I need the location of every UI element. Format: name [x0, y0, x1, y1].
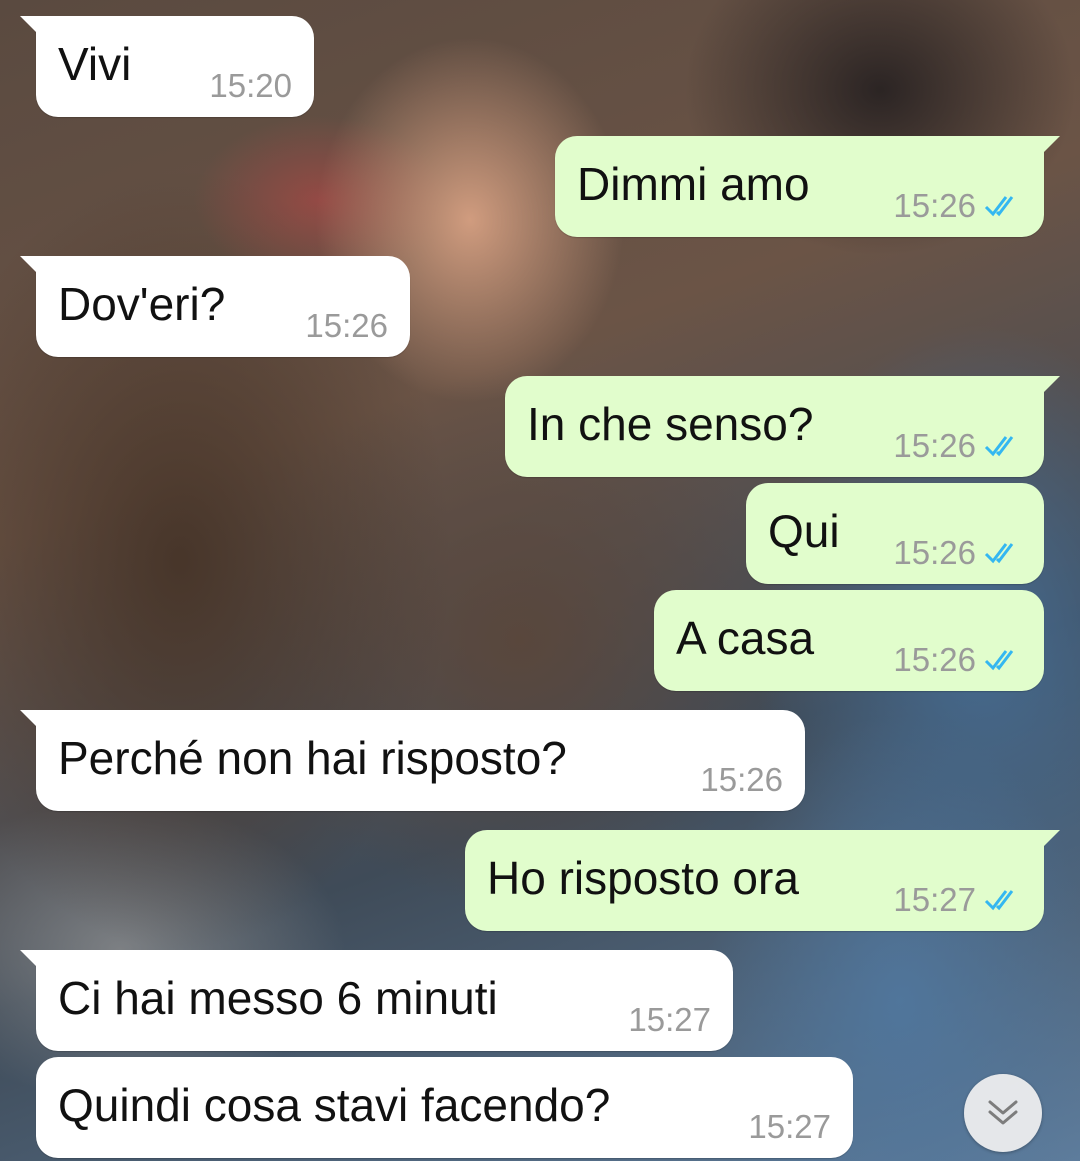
message-text: Dov'eri? — [58, 278, 226, 330]
message-bubble-incoming[interactable]: Dov'eri? 15:26 — [20, 256, 410, 357]
message-text: Qui — [768, 505, 840, 557]
read-ticks-icon — [984, 890, 1014, 911]
message-meta: 15:26 — [700, 761, 783, 799]
message-bubble-outgoing[interactable]: A casa 15:26 — [654, 590, 1044, 691]
read-ticks-icon — [984, 196, 1014, 217]
message-text: Perché non hai risposto? — [58, 732, 567, 784]
message-time: 15:26 — [893, 427, 976, 464]
message-bubble-outgoing[interactable]: Qui 15:26 — [746, 483, 1044, 584]
message-text: Dimmi amo — [577, 158, 810, 210]
message-bubble-outgoing[interactable]: Dimmi amo 15:26 — [555, 136, 1060, 237]
message-meta: 15:26 — [893, 187, 1022, 225]
message-meta: 15:27 — [628, 1001, 711, 1039]
message-time: 15:27 — [893, 881, 976, 918]
message-text: Quindi cosa stavi facendo? — [58, 1079, 611, 1131]
message-meta: 15:26 — [893, 534, 1022, 572]
message-bubble-incoming[interactable]: Perché non hai risposto? 15:26 — [20, 710, 805, 811]
double-chevron-down-icon — [988, 1100, 1018, 1125]
message-time: 15:27 — [628, 1001, 711, 1038]
read-ticks-icon — [984, 543, 1014, 564]
message-meta: 15:26 — [305, 307, 388, 345]
message-text: Ci hai messo 6 minuti — [58, 972, 498, 1024]
message-text: In che senso? — [527, 398, 814, 450]
message-time: 15:26 — [893, 641, 976, 678]
read-ticks-icon — [984, 650, 1014, 671]
message-bubble-outgoing[interactable]: Ho risposto ora 15:27 — [465, 830, 1060, 931]
message-meta: 15:26 — [893, 427, 1022, 465]
message-meta: 15:26 — [893, 641, 1022, 679]
message-time: 15:20 — [209, 67, 292, 104]
message-text: Ho risposto ora — [487, 852, 799, 904]
message-bubble-incoming[interactable]: Ci hai messo 6 minuti 15:27 — [20, 950, 733, 1051]
message-time: 15:27 — [748, 1108, 831, 1145]
message-bubble-incoming[interactable]: Quindi cosa stavi facendo? 15:27 — [36, 1057, 853, 1158]
message-bubble-outgoing[interactable]: In che senso? 15:26 — [505, 376, 1060, 477]
message-time: 15:26 — [700, 761, 783, 798]
message-text: Vivi — [58, 38, 132, 90]
message-time: 15:26 — [893, 534, 976, 571]
message-bubble-incoming[interactable]: Vivi 15:20 — [20, 16, 314, 117]
message-meta: 15:27 — [893, 881, 1022, 919]
scroll-to-bottom-button[interactable] — [964, 1074, 1042, 1152]
message-meta: 15:27 — [748, 1108, 831, 1146]
message-text: A casa — [676, 612, 815, 664]
message-time: 15:26 — [893, 187, 976, 224]
read-ticks-icon — [984, 436, 1014, 457]
message-time: 15:26 — [305, 307, 388, 344]
message-meta: 15:20 — [209, 67, 292, 105]
